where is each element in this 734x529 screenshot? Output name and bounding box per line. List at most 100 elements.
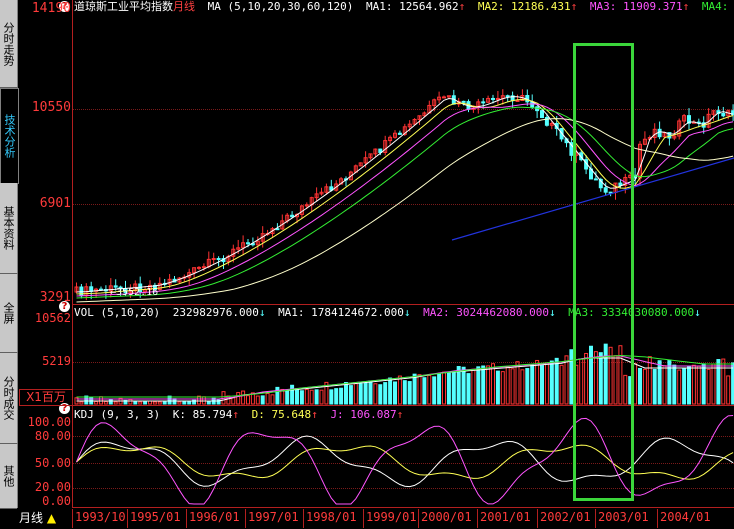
volume-bar [353, 383, 358, 405]
volume-bar [662, 365, 667, 405]
candle-body [491, 97, 495, 100]
volume-bar [304, 388, 309, 405]
volume-bar [388, 377, 393, 405]
candle-body [216, 258, 221, 261]
volume-bar [677, 369, 682, 405]
volume-bar [241, 390, 246, 405]
volume-bar [108, 399, 113, 405]
volume-bar [363, 382, 368, 405]
candle-body [481, 101, 486, 104]
volume-bar [682, 368, 687, 405]
volume-bar [383, 382, 388, 405]
x-tick-separator [186, 509, 187, 528]
x-tick-label: 1999/01 [366, 510, 417, 524]
volume-bar [187, 401, 192, 405]
period-selector[interactable]: 月线 ▲ [17, 508, 56, 529]
volume-bar [701, 363, 706, 405]
volume-bar [422, 377, 427, 405]
candle-body [495, 97, 500, 100]
volume-bar [407, 381, 412, 405]
volume-bar [559, 364, 564, 405]
x-tick-separator [245, 509, 246, 528]
volume-bar [442, 371, 446, 405]
volume-bar [206, 400, 211, 405]
volume-bar [113, 401, 118, 405]
volume-bar [246, 395, 250, 405]
volume-bar [667, 359, 672, 405]
volume-bar [432, 376, 437, 405]
volume-bar [275, 386, 280, 405]
candle-body [211, 258, 216, 261]
candle-body [442, 96, 446, 99]
volume-bar [549, 360, 554, 405]
volume-bar [152, 401, 157, 405]
x-tick-label: 2001/01 [480, 510, 531, 524]
volume-bar [280, 388, 285, 405]
volume-bar [157, 401, 162, 405]
x-tick-label: 2000/01 [421, 510, 472, 524]
volume-bar [299, 390, 304, 405]
volume-bar [540, 365, 544, 405]
volume-bar [329, 389, 334, 405]
candle-body [657, 128, 662, 138]
volume-bar [285, 389, 290, 405]
volume-bar [133, 401, 138, 405]
kdj-j-line [76, 415, 734, 505]
volume-bar [647, 356, 652, 405]
volume-bar [451, 371, 456, 405]
volume-bar [461, 366, 466, 405]
volume-bar [525, 368, 530, 405]
volume-bar [691, 364, 696, 405]
volume-bar [314, 389, 319, 405]
x-tick-label: 1997/01 [248, 510, 299, 524]
volume-bar [544, 362, 549, 405]
volume-bar [402, 380, 407, 405]
volume-bar [138, 401, 143, 405]
volume-bar [642, 368, 647, 405]
x-tick-label: 1993/10 [75, 510, 126, 524]
volume-bar [505, 366, 510, 405]
candle-body [290, 214, 295, 218]
volume-bar [652, 368, 657, 405]
volume-bar [446, 372, 451, 405]
volume-bar [696, 365, 701, 405]
volume-bar [437, 373, 442, 405]
volume-bar [334, 388, 339, 405]
volume-bar [471, 368, 476, 405]
volume-bar [162, 401, 167, 405]
volume-bar [265, 392, 270, 405]
volume-bar [657, 360, 662, 405]
volume-bar [726, 375, 731, 405]
period-selector-label: 月线 [19, 511, 44, 525]
volume-bar [295, 388, 299, 405]
volume-bar [201, 396, 206, 405]
candle-body [515, 99, 520, 102]
x-tick-separator [595, 509, 596, 528]
volume-bar [486, 365, 491, 405]
volume-bar [231, 397, 236, 405]
x-tick-separator [363, 509, 364, 528]
x-tick-separator [303, 509, 304, 528]
x-tick-label: 2003/01 [598, 510, 649, 524]
volume-bar [687, 366, 691, 405]
x-tick-separator [127, 509, 128, 528]
volume-bar [672, 364, 677, 405]
volume-bar [510, 368, 515, 405]
volume-bar [491, 363, 495, 405]
volume-bar [378, 384, 383, 405]
x-tick-separator [537, 509, 538, 528]
volume-bar [368, 380, 373, 405]
volume-bar [466, 373, 471, 405]
candle-body [197, 266, 201, 269]
volume-bar [397, 375, 402, 405]
volume-bar [255, 395, 260, 405]
candle-body [505, 95, 510, 98]
low-price-marker: ←3552.16 [110, 287, 159, 298]
volume-bar [554, 357, 559, 405]
volume-bar [500, 371, 505, 405]
volume-bar [530, 364, 535, 405]
volume-bar [495, 370, 500, 405]
volume-bar [177, 401, 182, 405]
x-tick-separator [477, 509, 478, 528]
candle-body [721, 112, 726, 117]
